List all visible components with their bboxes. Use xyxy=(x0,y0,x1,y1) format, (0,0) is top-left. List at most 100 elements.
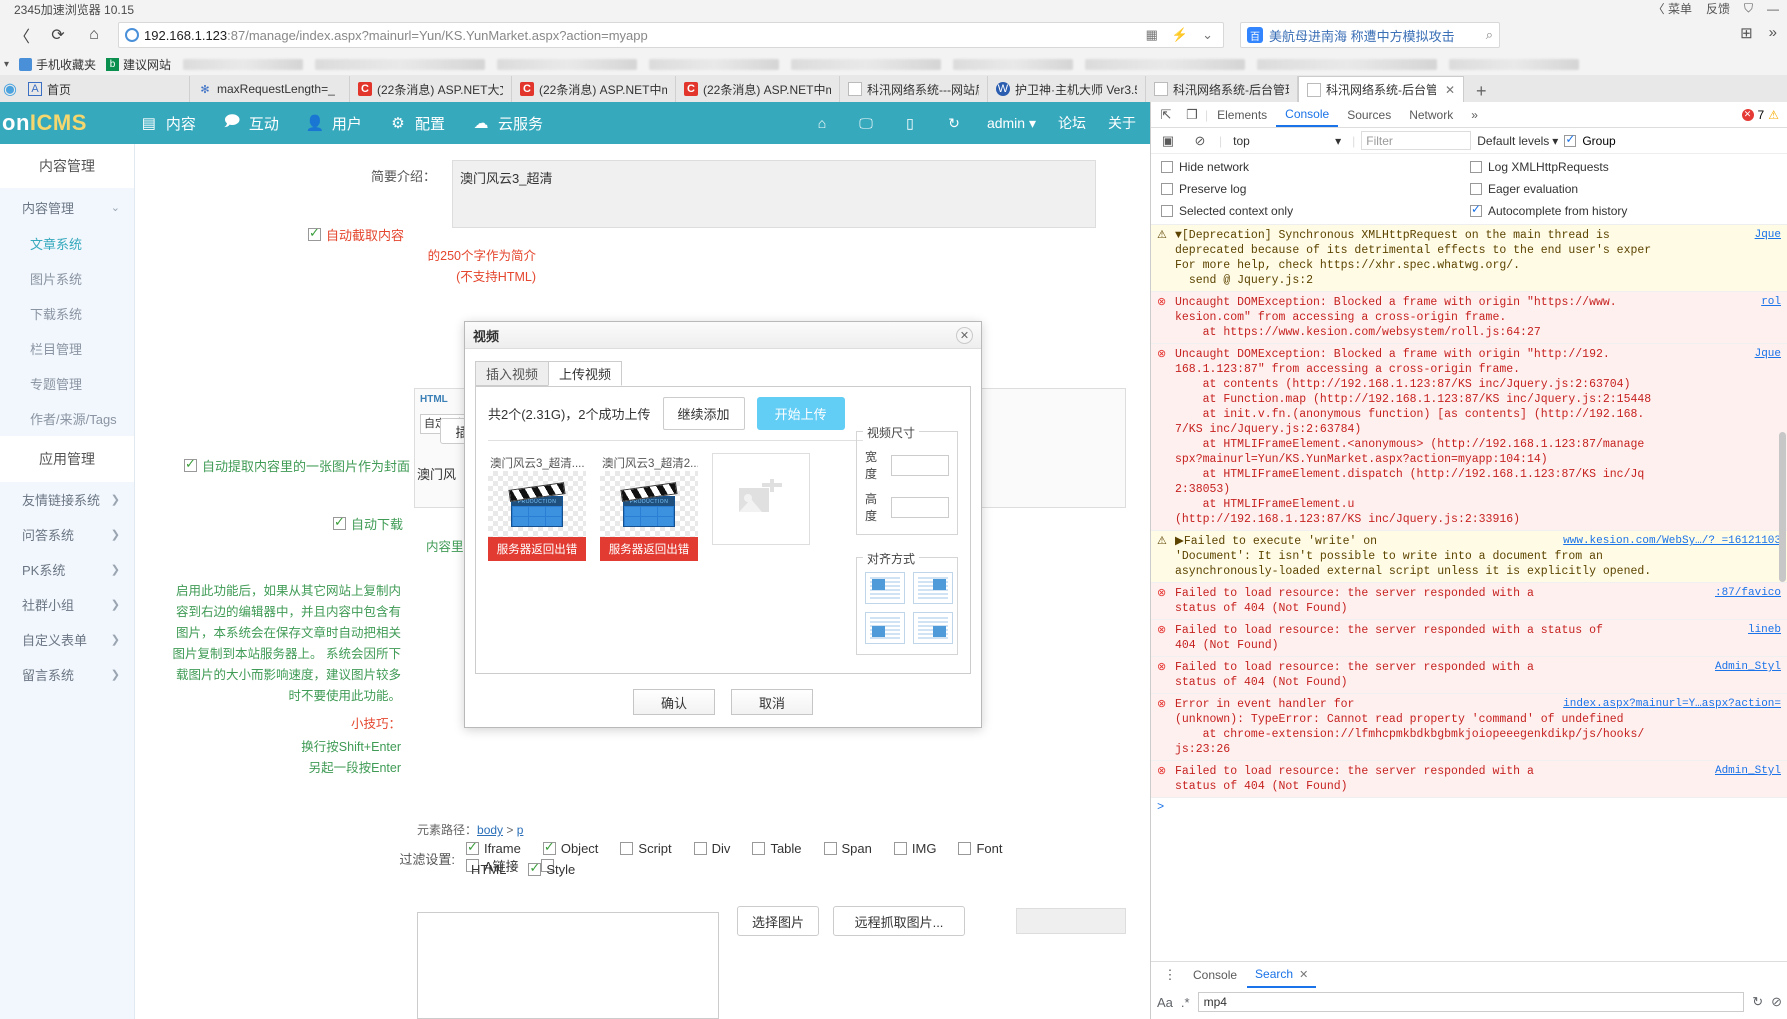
confirm-button[interactable]: 确认 xyxy=(633,689,715,715)
tab-csdn-1[interactable]: C (22条消息) ASP.NET大文 xyxy=(350,76,512,102)
bookmark-blurred[interactable] xyxy=(315,58,486,70)
back-icon[interactable]: 〈 xyxy=(8,21,36,49)
group-similar-option[interactable]: Group xyxy=(1564,132,1616,148)
height-input[interactable] xyxy=(891,496,949,518)
filter-style-checkbox[interactable] xyxy=(528,860,542,876)
close-icon[interactable]: ✕ xyxy=(956,326,973,344)
mobile-icon[interactable]: ▯ xyxy=(899,112,921,134)
align-left-bottom-option[interactable] xyxy=(865,612,905,644)
regex-icon[interactable]: .* xyxy=(1181,995,1190,1010)
bookmark-blurred[interactable] xyxy=(791,58,942,70)
cancel-button[interactable]: 取消 xyxy=(731,689,813,715)
tab-kesion-frontend[interactable]: 科汛网络系统---网站后台 xyxy=(840,76,988,102)
search-icon[interactable]: ⌕ xyxy=(1486,27,1493,43)
console-filter-input[interactable]: Filter xyxy=(1361,131,1472,150)
feedback-button[interactable]: 反馈 xyxy=(1706,0,1730,17)
sidebar-item-friendlinks[interactable]: 友情链接系统 ❯ xyxy=(0,482,134,517)
filter-iframe[interactable]: Iframe xyxy=(466,839,521,856)
home-icon[interactable]: ⌂ xyxy=(811,112,833,134)
filter-table[interactable]: Table xyxy=(752,841,802,856)
nav-item-users[interactable]: 👤 用户 xyxy=(305,113,362,134)
message-source-link[interactable]: www.kesion.com/WebSy…/? =16121103 xyxy=(1563,534,1781,549)
console-message[interactable]: ⊗ rol Uncaught DOMException: Blocked a fra… xyxy=(1151,292,1787,344)
drawer-menu-icon[interactable]: ⋮ xyxy=(1157,963,1183,987)
auto-download-checkbox-row[interactable]: 自动下载 xyxy=(333,514,403,533)
align-left-top-option[interactable] xyxy=(865,572,905,604)
sidebar-item-topics[interactable]: 专题管理 xyxy=(0,366,134,401)
remote-grab-image-button[interactable]: 远程抓取图片... xyxy=(833,906,965,936)
skin-icon[interactable]: ⛉ xyxy=(1744,1,1753,16)
user-menu[interactable]: admin ▾ xyxy=(987,115,1036,132)
message-source-link[interactable]: Jque xyxy=(1755,228,1781,243)
more-chevron-icon[interactable]: » xyxy=(1769,24,1777,42)
console-message[interactable]: ⊗:87/favico Failed to load resource: the … xyxy=(1151,583,1787,620)
filter-div-checkbox[interactable] xyxy=(693,842,707,855)
filter-script[interactable]: Script xyxy=(620,841,672,856)
console-prompt[interactable]: > xyxy=(1151,798,1787,817)
align-right-bottom-option[interactable] xyxy=(913,612,953,644)
tab-network[interactable]: Network xyxy=(1400,102,1462,127)
address-bar[interactable]: 192.168.1.123 :87/manage/index.aspx?main… xyxy=(118,22,1224,48)
hide-network-option[interactable]: Hide network xyxy=(1161,160,1470,174)
sidebar-item-columns[interactable]: 栏目管理 xyxy=(0,331,134,366)
home-icon[interactable]: ⌂ xyxy=(80,21,108,49)
sidebar-item-pk[interactable]: PK系统 ❯ xyxy=(0,552,134,587)
console-message[interactable]: ⊗ lineb Failed to load resource: the serve… xyxy=(1151,620,1787,657)
preserve-log-checkbox[interactable] xyxy=(1161,183,1173,195)
sidebar-item-authors-tags[interactable]: 作者/来源/Tags xyxy=(0,401,134,436)
filter-script-checkbox[interactable] xyxy=(620,842,634,855)
nav-item-config[interactable]: ⚙ 配置 xyxy=(388,113,445,134)
nav-item-cloud[interactable]: ☁ 云服务 xyxy=(471,113,543,134)
drawer-tab-search[interactable]: Search ✕ xyxy=(1247,963,1317,988)
console-message[interactable]: ⊗ Admin_Styl Failed to load resource: the … xyxy=(1151,761,1787,798)
tab-csdn-2[interactable]: C (22条消息) ASP.NET中m xyxy=(512,76,676,102)
tab-hws-host-master[interactable]: W 护卫神·主机大师 Ver3.5. xyxy=(988,76,1146,102)
bookmark-suggested-sites[interactable]: b 建议网站 xyxy=(106,56,171,73)
tab-elements[interactable]: Elements xyxy=(1208,102,1276,127)
element-path-body-link[interactable]: body xyxy=(477,823,503,837)
hide-network-checkbox[interactable] xyxy=(1161,161,1173,173)
cover-image-box[interactable] xyxy=(417,912,719,1019)
forum-link[interactable]: 论坛 xyxy=(1058,113,1086,133)
auto-extract-checkbox-row[interactable]: 自动截取内容 xyxy=(308,225,404,244)
console-scrollbar[interactable] xyxy=(1779,432,1786,582)
console-message[interactable]: ⊗ index.aspx?mainurl=Y…aspx?action= Error … xyxy=(1151,694,1787,761)
filter-iframe-checkbox[interactable] xyxy=(466,839,479,855)
tab-upload-video[interactable]: 上传视频 xyxy=(548,361,623,386)
filter-object-checkbox[interactable] xyxy=(542,839,556,855)
nav-item-content[interactable]: ▤ 内容 xyxy=(139,113,196,134)
filter-div[interactable]: Div xyxy=(693,841,730,856)
filter-img-checkbox[interactable] xyxy=(893,842,907,855)
console-sidebar-icon[interactable]: ▣ xyxy=(1155,129,1181,153)
apps-grid-icon[interactable]: ▦ xyxy=(1146,27,1158,43)
close-tab-icon[interactable]: ✕ xyxy=(1445,83,1455,97)
bookmark-blurred[interactable] xyxy=(183,58,304,70)
search-input[interactable]: mp4 xyxy=(1197,992,1745,1012)
start-upload-button[interactable]: 开始上传 xyxy=(756,397,845,430)
filter-font-checkbox[interactable] xyxy=(958,842,972,855)
auto-extract-checkbox[interactable] xyxy=(308,225,321,241)
filter-html[interactable]: HTML xyxy=(471,862,506,877)
auto-cover-checkbox[interactable] xyxy=(184,456,197,472)
window-controls[interactable]: 〈 菜单 反馈 ⛉ — xyxy=(1653,0,1779,17)
upload-item[interactable]: 澳门风云3_超清2.... PRODUCTION 服务器返回出错 xyxy=(600,453,698,561)
upload-item[interactable]: 澳门风云3_超清.... PRODUCTION 服务器返回出错 xyxy=(488,453,586,561)
sidebar-item-articles[interactable]: 文章系统 xyxy=(0,226,134,261)
desktop-icon[interactable]: 🖵 xyxy=(855,112,877,134)
more-tabs-icon[interactable]: » xyxy=(1462,102,1487,127)
bookmark-blurred[interactable] xyxy=(1085,58,1246,70)
tab-kesion-admin-2[interactable]: 科汛网络系统-后台管理 ✕ xyxy=(1298,76,1464,102)
nav-item-interaction[interactable]: 🗩 互动 xyxy=(222,113,279,134)
extensions-grid-icon[interactable]: ⊞ xyxy=(1740,24,1753,42)
about-link[interactable]: 关于 xyxy=(1108,113,1136,133)
width-input[interactable] xyxy=(891,454,949,476)
lightning-icon[interactable]: ⚡ xyxy=(1172,27,1188,43)
nav-right-icons[interactable]: ⊞ » xyxy=(1740,24,1777,42)
group-similar-checkbox[interactable] xyxy=(1564,132,1577,147)
console-message[interactable]: ⚠ www.kesion.com/WebSy…/? =16121103 ▶Faile… xyxy=(1151,531,1787,583)
message-source-link[interactable]: lineb xyxy=(1748,623,1781,638)
clear-console-icon[interactable]: ⊘ xyxy=(1187,129,1213,153)
filter-style[interactable]: Style xyxy=(528,860,575,877)
menu-button[interactable]: 〈 菜单 xyxy=(1653,0,1692,17)
auto-download-checkbox[interactable] xyxy=(333,514,346,530)
